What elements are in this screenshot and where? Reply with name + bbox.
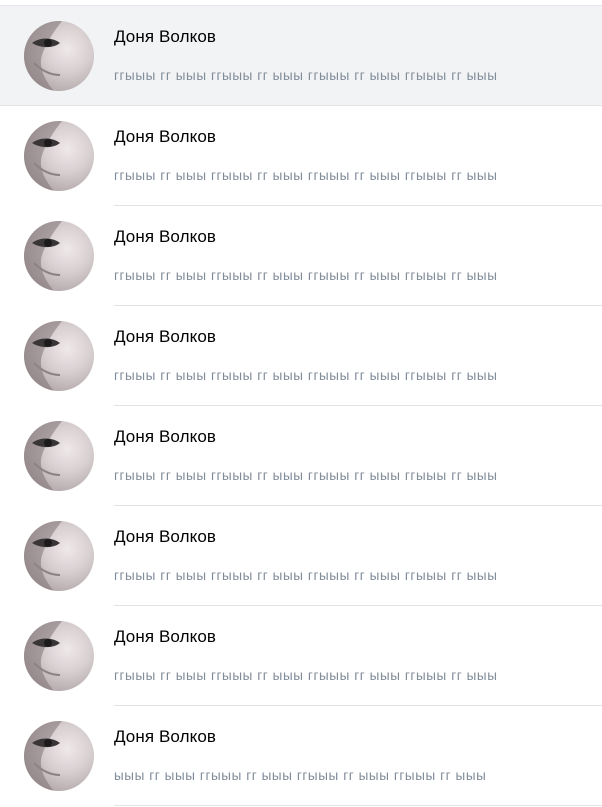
dialog-preview: ыыы гг ыыы ггыыы гг ыыы ггыыы гг ыыы ггы… xyxy=(114,768,487,783)
dialog-preview: ггыыы гг ыыы ггыыы гг ыыы ггыыы гг ыыы г… xyxy=(114,168,498,183)
dialog-name: Доня Волков xyxy=(114,527,217,546)
avatar[interactable] xyxy=(24,121,94,191)
avatar[interactable] xyxy=(24,421,94,491)
avatar[interactable] xyxy=(24,721,94,791)
dialog-list: Доня Волков ггыыы гг ыыы ггыыы гг ыыы гг… xyxy=(0,0,602,807)
dialog-item[interactable]: Доня Волков ыыы гг ыыы ггыыы гг ыыы ггыы… xyxy=(0,706,602,806)
dialog-name: Доня Волков xyxy=(114,327,217,346)
dialog-name: Доня Волков xyxy=(114,727,217,746)
dialog-name: Доня Волков xyxy=(114,127,217,146)
dialog-preview: ггыыы гг ыыы ггыыы гг ыыы ггыыы гг ыыы г… xyxy=(114,368,498,383)
dialog-preview: ггыыы гг ыыы ггыыы гг ыыы ггыыы гг ыыы г… xyxy=(114,468,498,483)
dialog-preview: ггыыы гг ыыы ггыыы гг ыыы ггыыы гг ыыы г… xyxy=(114,568,498,583)
dialog-item[interactable]: Доня Волков ггыыы гг ыыы ггыыы гг ыыы гг… xyxy=(0,306,602,406)
dialog-item[interactable]: Доня Волков ггыыы гг ыыы ггыыы гг ыыы гг… xyxy=(0,106,602,206)
dialog-item[interactable]: Доня Волков ггыыы гг ыыы ггыыы гг ыыы гг… xyxy=(0,6,602,106)
dialog-name: Доня Волков xyxy=(114,27,217,46)
dialog-name: Доня Волков xyxy=(114,227,217,246)
row-separator xyxy=(114,805,602,806)
dialog-preview: ггыыы гг ыыы ггыыы гг ыыы ггыыы гг ыыы г… xyxy=(114,668,498,683)
avatar[interactable] xyxy=(24,221,94,291)
dialog-preview: ггыыы гг ыыы ггыыы гг ыыы ггыыы гг ыыы г… xyxy=(114,268,498,283)
dialog-item[interactable]: Доня Волков ггыыы гг ыыы ггыыы гг ыыы гг… xyxy=(0,506,602,606)
dialog-preview: ггыыы гг ыыы ггыыы гг ыыы ггыыы гг ыыы г… xyxy=(114,68,498,83)
avatar[interactable] xyxy=(24,621,94,691)
dialog-name: Доня Волков xyxy=(114,627,217,646)
avatar[interactable] xyxy=(24,521,94,591)
dialog-name: Доня Волков xyxy=(114,427,217,446)
dialog-item[interactable]: Доня Волков ггыыы гг ыыы ггыыы гг ыыы гг… xyxy=(0,406,602,506)
avatar[interactable] xyxy=(24,21,94,91)
dialog-item[interactable]: Доня Волков ггыыы гг ыыы ггыыы гг ыыы гг… xyxy=(0,206,602,306)
dialog-item[interactable]: Доня Волков ггыыы гг ыыы ггыыы гг ыыы гг… xyxy=(0,606,602,706)
avatar[interactable] xyxy=(24,321,94,391)
